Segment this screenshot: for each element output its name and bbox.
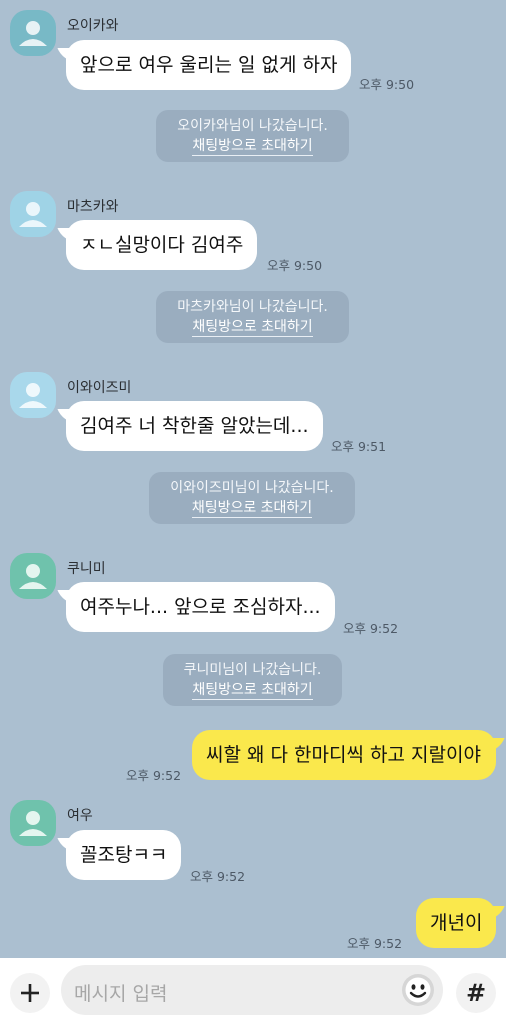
message-time: 오후 9:52 [343, 621, 399, 636]
message-input-placeholder: 메시지 입력 [74, 983, 168, 1005]
system-notice: 쿠니미님이 나갔습니다. 채팅방으로 초대하기 [163, 654, 342, 706]
message-time: 오후 9:50 [359, 77, 415, 92]
message-bubble[interactable]: ㅈㄴ실망이다 김여주 [66, 220, 258, 270]
default-profile-icon [19, 383, 47, 408]
sender-name: 쿠니미 [67, 561, 106, 577]
emoticon-icon [402, 974, 434, 1006]
message-input-bar: 메시지 입력 # [0, 958, 506, 1024]
message-time: 오후 9:51 [331, 439, 387, 454]
my-message-bubble[interactable]: 개년이 [416, 898, 496, 948]
emoticon-button[interactable] [400, 972, 436, 1008]
leave-notice-text: 오이카와님이 나갔습니다. [177, 118, 328, 134]
message-bubble[interactable]: 꼴조탕ㅋㅋ [66, 830, 182, 880]
my-message-bubble[interactable]: 씨할 왜 다 한마디씩 하고 지랄이야 [192, 730, 496, 780]
invite-link[interactable]: 채팅방으로 초대하기 [192, 137, 313, 156]
message-bubble[interactable]: 앞으로 여우 울리는 일 없게 하자 [66, 40, 352, 90]
hash-search-button[interactable]: # [456, 973, 496, 1013]
default-profile-icon [19, 564, 47, 589]
sender-name: 여우 [67, 808, 93, 824]
system-notice: 마츠카와님이 나갔습니다. 채팅방으로 초대하기 [156, 291, 349, 343]
leave-notice-text: 마츠카와님이 나갔습니다. [177, 299, 328, 315]
system-notice: 이와이즈미님이 나갔습니다. 채팅방으로 초대하기 [149, 472, 355, 524]
invite-link[interactable]: 채팅방으로 초대하기 [191, 499, 313, 518]
avatar[interactable] [10, 10, 56, 56]
message-time: 오후 9:52 [190, 869, 246, 884]
invite-link[interactable]: 채팅방으로 초대하기 [192, 318, 313, 337]
message-bubble[interactable]: 여주누나... 앞으로 조심하자... [66, 582, 335, 632]
default-profile-icon [19, 21, 47, 46]
message-time: 오후 9:52 [126, 768, 182, 783]
default-profile-icon [19, 811, 47, 836]
sender-name: 이와이즈미 [67, 380, 132, 396]
default-profile-icon [19, 202, 47, 227]
chat-area[interactable]: 오이카와 앞으로 여우 울리는 일 없게 하자 오후 9:50 오이카와님이 나… [0, 0, 506, 958]
plus-icon [21, 984, 39, 1002]
invite-link[interactable]: 채팅방으로 초대하기 [192, 681, 313, 700]
message-time: 오후 9:52 [347, 936, 403, 951]
avatar[interactable] [10, 191, 56, 237]
sender-name: 마츠카와 [67, 199, 119, 215]
avatar[interactable] [10, 553, 56, 599]
avatar[interactable] [10, 372, 56, 418]
message-time: 오후 9:50 [267, 258, 323, 273]
leave-notice-text: 이와이즈미님이 나갔습니다. [170, 480, 334, 496]
message-bubble[interactable]: 김여주 너 착한줄 알았는데... [66, 401, 323, 451]
system-notice: 오이카와님이 나갔습니다. 채팅방으로 초대하기 [156, 110, 349, 162]
sender-name: 오이카와 [67, 18, 119, 34]
leave-notice-text: 쿠니미님이 나갔습니다. [183, 662, 322, 678]
add-attachment-button[interactable] [10, 973, 50, 1013]
avatar[interactable] [10, 800, 56, 846]
hash-icon: # [465, 979, 487, 1007]
